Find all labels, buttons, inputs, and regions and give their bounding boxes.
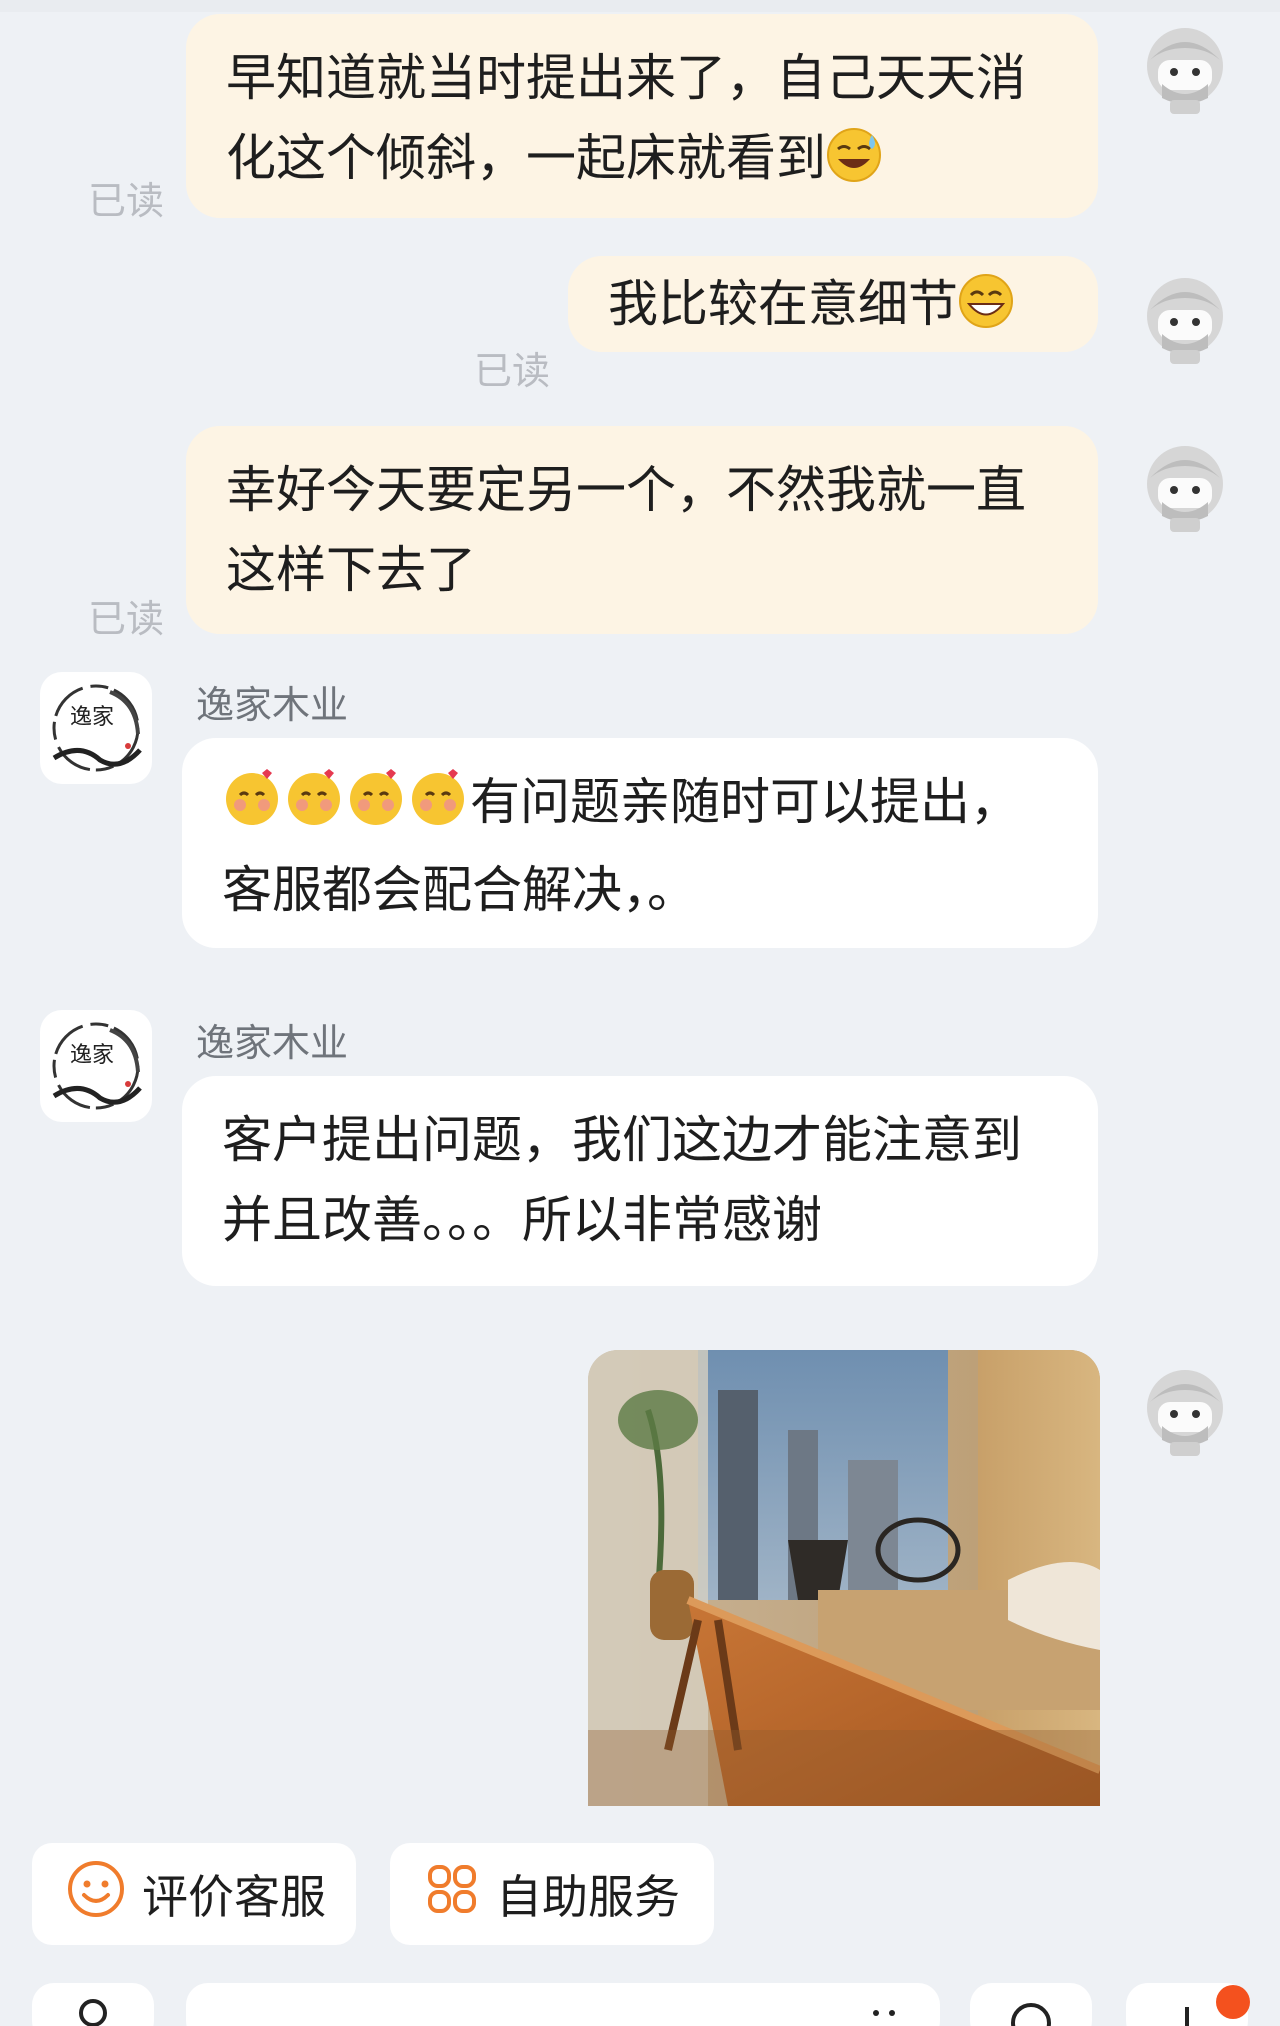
input-handle-icon [873,2010,895,2016]
read-receipt: 已读 [88,179,165,223]
message-bubble-mine[interactable]: 幸好今天要定另一个，不然我就一直这样下去了 [186,426,1098,634]
svg-text:逸家: 逸家 [70,1043,114,1068]
rate-service-button[interactable]: 评价客服 [32,1843,356,1945]
svg-text:逸家: 逸家 [70,705,114,730]
message-text: 早知道就当时提出来了，自己天天消化这个倾斜，一起床就看到 [226,49,1026,187]
shop-avatar[interactable]: 逸家 [40,672,152,784]
sweat-smile-emoji-icon [826,126,882,206]
voice-button[interactable] [32,1983,154,2026]
message-bubble-mine[interactable]: 我比较在意细节 [568,256,1098,352]
notification-dot [1216,1985,1250,2019]
message-input[interactable] [186,1983,940,2026]
message-bubble-shop[interactable]: 有问题亲随时可以提出，客服都会配合解决，。 [182,738,1098,948]
my-avatar[interactable] [1144,1366,1226,1456]
message-text: 客户提出问题，我们这边才能注意到并且改善。。。所以非常感谢 [222,1111,1022,1249]
blush-heart-emoji-icon [222,767,470,850]
emoji-button[interactable] [970,1983,1092,2026]
self-service-button[interactable]: 自助服务 [390,1843,714,1945]
my-avatar[interactable] [1144,274,1226,364]
read-receipt: 已读 [88,597,165,641]
my-avatar[interactable] [1144,24,1226,114]
sender-name: 逸家木业 [196,683,349,727]
my-avatar[interactable] [1144,442,1226,532]
message-text: 我比较在意细节 [608,275,958,333]
shop-avatar[interactable]: 逸家 [40,1010,152,1122]
photo-message[interactable] [588,1350,1100,1806]
message-bubble-shop[interactable]: 客户提出问题，我们这边才能注意到并且改善。。。所以非常感谢 [182,1076,1098,1286]
voice-icon [79,1999,107,2026]
emoji-icon [1011,2003,1051,2026]
grin-emoji-icon [958,272,1014,352]
top-divider [0,0,1280,12]
smiley-icon [66,1859,142,1930]
grid-flower-icon [424,1861,496,1928]
rate-service-label: 评价客服 [142,1870,326,1924]
message-bubble-mine[interactable]: 早知道就当时提出来了，自己天天消化这个倾斜，一起床就看到 [186,14,1098,218]
sender-name: 逸家木业 [196,1021,349,1065]
read-receipt: 已读 [474,349,551,393]
message-text: 幸好今天要定另一个，不然我就一直这样下去了 [226,461,1026,599]
self-service-label: 自助服务 [496,1870,680,1924]
